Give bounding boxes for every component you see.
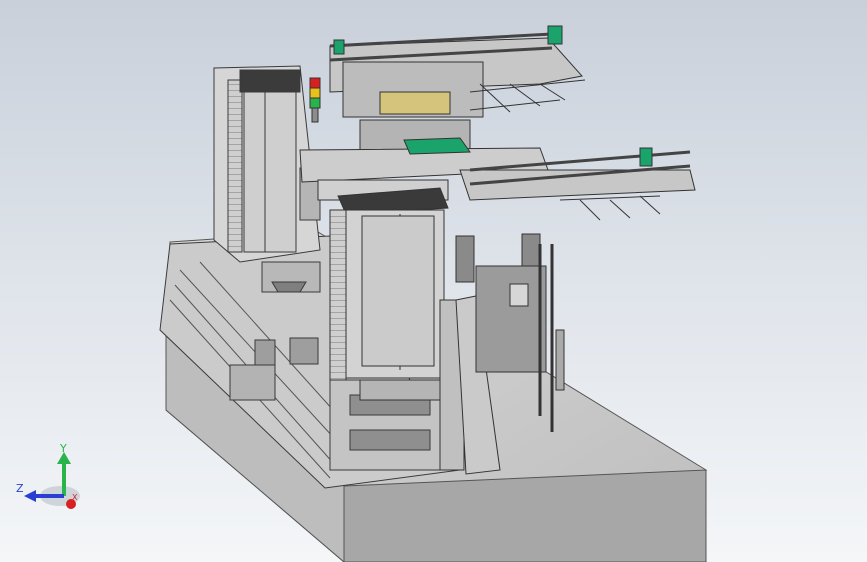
x-axis-label: X [72, 493, 78, 502]
signal-tower [309, 77, 321, 123]
machine-assembly-model[interactable] [0, 0, 867, 562]
cad-graphics-viewport[interactable]: Y Z X [0, 0, 867, 562]
z-axis-label: Z [16, 482, 24, 495]
y-axis-label: Y [59, 442, 67, 455]
coordinate-triad: Y Z X [16, 442, 80, 509]
z-axis-arrow [24, 490, 36, 502]
